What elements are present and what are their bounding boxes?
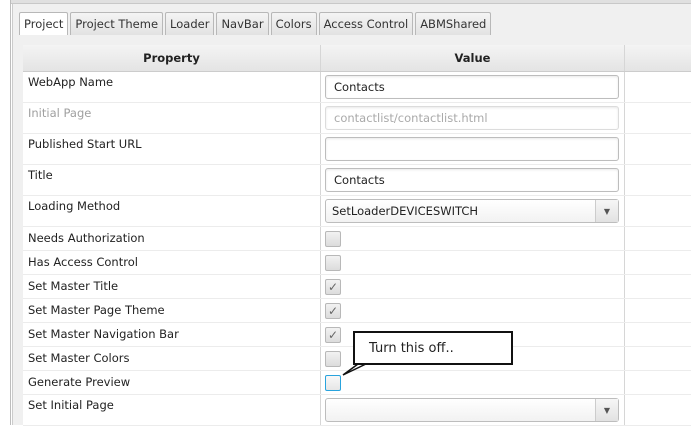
property-value-cell: SetLoaderDEVICESWITCH ▼ (321, 196, 625, 226)
empty-cell (625, 165, 691, 195)
table-row: WebApp Name Contacts (23, 72, 691, 103)
chevron-down-icon[interactable]: ▼ (595, 399, 618, 421)
column-header-property[interactable]: Property (23, 45, 321, 71)
empty-cell (625, 72, 691, 102)
property-value-cell (321, 251, 625, 274)
column-header-value[interactable]: Value (321, 45, 625, 71)
table-row: Set Master Page Theme ✓ (23, 299, 691, 323)
property-label: Set Master Colors (23, 347, 321, 370)
table-row: Needs Authorization (23, 227, 691, 251)
empty-cell (625, 275, 691, 298)
tab-bar: Project Project Theme Loader NavBar Colors Ac… (19, 12, 493, 35)
empty-cell (625, 103, 691, 133)
tab-project-theme[interactable]: Project Theme (70, 12, 164, 35)
set-master-title-checkbox[interactable]: ✓ (325, 278, 341, 295)
title-input[interactable]: Contacts (325, 168, 619, 192)
property-value-cell: ✓ (321, 275, 625, 298)
tab-navbar[interactable]: NavBar (216, 12, 269, 35)
property-label: Title (23, 165, 321, 195)
has-access-control-checkbox[interactable] (325, 254, 341, 271)
chevron-down-icon[interactable]: ▼ (595, 200, 618, 222)
property-label: Published Start URL (23, 134, 321, 164)
set-master-colors-checkbox[interactable] (325, 350, 341, 367)
empty-cell (625, 251, 691, 274)
empty-cell (625, 371, 691, 394)
property-label: Set Master Navigation Bar (23, 323, 321, 346)
checkmark-icon: ✓ (327, 327, 339, 342)
property-value-cell: Contacts (321, 165, 625, 195)
property-label: Set Master Title (23, 275, 321, 298)
left-panel-edge (0, 0, 11, 425)
property-value-cell (321, 227, 625, 250)
initial-page-input: contactlist/contactlist.html (325, 106, 619, 130)
tab-access-control[interactable]: Access Control (318, 12, 414, 35)
set-initial-page-select[interactable]: ▼ (325, 398, 619, 422)
table-row: Published Start URL (23, 134, 691, 165)
table-row: Title Contacts (23, 165, 691, 196)
generate-preview-checkbox[interactable] (325, 374, 341, 391)
tab-project[interactable]: Project (19, 12, 69, 35)
property-value-cell: Contacts (321, 72, 625, 102)
property-label: Set Master Page Theme (23, 299, 321, 322)
table-row: Set Initial Page ▼ (23, 395, 691, 426)
empty-cell (625, 395, 691, 425)
table-header: Property Value (23, 45, 691, 72)
checkmark-icon: ✓ (327, 279, 339, 294)
tab-colors[interactable]: Colors (270, 12, 317, 35)
property-label: Generate Preview (23, 371, 321, 394)
empty-cell (625, 196, 691, 226)
property-value-cell: ▼ (321, 395, 625, 425)
empty-cell (625, 134, 691, 164)
property-value-cell (321, 134, 625, 164)
set-master-page-theme-checkbox[interactable]: ✓ (325, 302, 341, 319)
empty-cell (625, 347, 691, 370)
empty-cell (625, 227, 691, 250)
empty-cell (625, 323, 691, 346)
webapp-name-input[interactable]: Contacts (325, 75, 619, 99)
property-value-cell: ✓ (321, 299, 625, 322)
tab-loader[interactable]: Loader (165, 12, 215, 35)
property-label: Has Access Control (23, 251, 321, 274)
property-value-cell: contactlist/contactlist.html (321, 103, 625, 133)
select-value (326, 399, 595, 421)
set-master-navigation-bar-checkbox[interactable]: ✓ (325, 326, 341, 343)
table-row: Loading Method SetLoaderDEVICESWITCH ▼ (23, 196, 691, 227)
published-start-url-input[interactable] (325, 137, 619, 161)
table-row: Set Master Title ✓ (23, 275, 691, 299)
property-label: Initial Page (23, 103, 321, 133)
empty-cell (625, 299, 691, 322)
checkmark-icon: ✓ (327, 303, 339, 318)
table-row: Has Access Control (23, 251, 691, 275)
property-label: Needs Authorization (23, 227, 321, 250)
property-label: Set Initial Page (23, 395, 321, 425)
callout-text: Turn this off.. (369, 341, 454, 356)
property-label: Loading Method (23, 196, 321, 226)
column-header-empty (625, 45, 691, 71)
needs-authorization-checkbox[interactable] (325, 230, 341, 247)
tab-abmshared[interactable]: ABMShared (415, 12, 492, 35)
loading-method-select[interactable]: SetLoaderDEVICESWITCH ▼ (325, 199, 619, 223)
property-label: WebApp Name (23, 72, 321, 102)
table-row: Initial Page contactlist/contactlist.html (23, 103, 691, 134)
select-value: SetLoaderDEVICESWITCH (332, 204, 479, 218)
callout-annotation: Turn this off.. (353, 331, 513, 365)
